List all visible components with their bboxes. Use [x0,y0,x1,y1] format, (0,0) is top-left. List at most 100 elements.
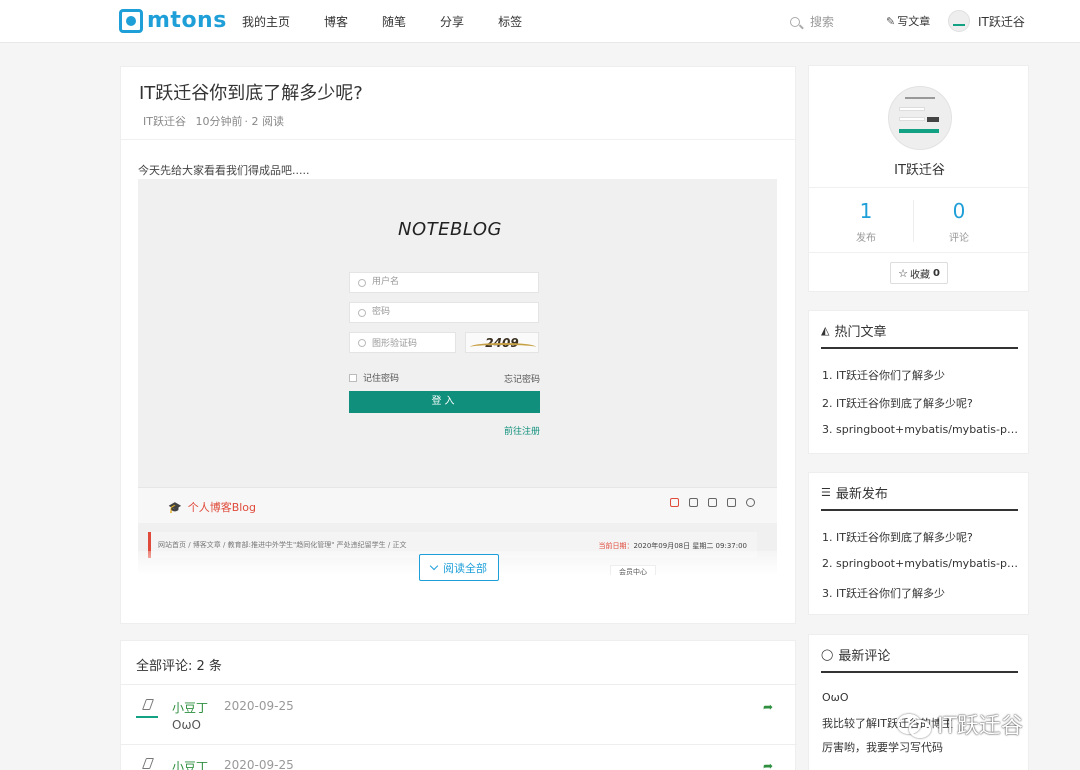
check-icon [358,338,366,347]
list-icon: ☰ [821,486,831,499]
wechat-icon [895,712,931,738]
list-item[interactable]: 3. springboot+mybatis/mybatis-plus [822,423,1018,451]
favorite-count: 0 [932,267,940,279]
home-icon [670,498,679,507]
post-card: IT跃迁谷你到底了解多少呢? IT跃迁谷 10分钟前 · 2 阅读 今天先给大家看… [120,66,797,624]
checkbox-icon [349,373,357,382]
comments-label: 评论 [949,233,969,244]
date-value: 2020年09月08日 星期二 09:37:00 [633,542,747,550]
favorite-label: 收藏 [909,269,930,281]
list-item[interactable]: 3. IT跃迁谷你们了解多少 [822,585,1018,613]
list-item[interactable]: 厉害哟，我要学习写代码 [822,739,1018,763]
comment-item: 小豆丁 2020-09-25 ➦ [136,744,781,770]
divider [821,671,1018,673]
screenshot-forget: 忘记密码 [504,375,541,385]
screenshot-icon-row [670,498,765,507]
nav-home[interactable]: 我的主页 [242,13,290,30]
wechat-watermark: IT跃迁谷 [895,708,1023,740]
divider [121,139,797,140]
username-placeholder: 用户名 [372,277,400,287]
main-nav: 我的主页 博客 随笔 分享 标签 [242,13,556,30]
list-item[interactable]: 1. IT跃迁谷你们了解多少 [822,367,1018,395]
nav-blog[interactable]: 博客 [324,13,348,30]
posts-label: 发布 [856,233,876,244]
blog-name: 个人博客Blog [187,501,257,514]
post-meta: IT跃迁谷 10分钟前 · 2 阅读 [143,113,290,129]
posts-stat[interactable]: 1 发布 [821,199,911,244]
screenshot-blog-brand: 🎓 个人博客Blog [168,499,256,515]
nav-notes[interactable]: 随笔 [382,13,406,30]
search-icon [746,498,755,507]
search-box[interactable]: 搜索 [790,13,834,30]
widget-title-text: 热门文章 [834,325,887,340]
write-post-label: 写文章 [897,15,931,28]
widget-title-text: 最新评论 [838,649,891,664]
post-author[interactable]: IT跃迁谷 [143,115,186,128]
divider [809,187,1030,188]
latest-posts-widget: ☰ 最新发布 1. IT跃迁谷你到底了解多少呢? 2. springboot+m… [808,472,1029,615]
chevron-down-icon [429,561,439,570]
user-menu[interactable]: IT跃迁谷 [948,10,1025,32]
divider [809,252,1030,253]
top-navbar: mtons 我的主页 博客 随笔 分享 标签 搜索 ✎ 写文章 IT跃迁谷 [0,0,1080,43]
reply-icon[interactable]: ➦ [763,700,773,714]
hot-articles-list: 1. IT跃迁谷你们了解多少 2. IT跃迁谷你到底了解多少呢? 3. spri… [822,367,1018,451]
divider [821,347,1018,349]
area-chart-icon: ◭ [821,324,830,337]
read-all-label: 阅读全部 [443,561,487,575]
doc-icon [689,498,698,507]
divider [821,509,1018,511]
commenter-name[interactable]: 小豆丁 [172,758,208,770]
watermark-text: IT跃迁谷 [937,714,1023,739]
write-post-button[interactable]: ✎ 写文章 [886,13,930,29]
screenshot-login-button: 登入 [349,391,540,413]
commenter-avatar [136,758,158,770]
captcha-placeholder: 图形验证码 [372,339,418,349]
widget-title: ◯ 最新评论 [821,645,890,664]
latest-posts-list: 1. IT跃迁谷你到底了解多少呢? 2. springboot+mybatis/… [822,529,1018,613]
comments-count: 0 [952,199,966,223]
screenshot-brand: NOTEBLOG [398,219,502,240]
user-icon [358,278,366,287]
avatar-detail [899,117,925,121]
search-input[interactable]: 搜索 [810,13,834,30]
nav-share[interactable]: 分享 [440,13,464,30]
comment-icon: ◯ [821,648,834,661]
read-all-button[interactable]: 阅读全部 [419,554,499,581]
password-placeholder: 密码 [372,307,391,317]
comment-date: 2020-09-25 [224,699,294,713]
captcha-code: 2409 [485,335,519,350]
edit-icon: ✎ [886,14,896,28]
nav-tags[interactable]: 标签 [498,13,522,30]
graduation-cap-icon: 🎓 [168,500,182,514]
widget-title-text: 最新发布 [835,487,888,502]
comments-title: 全部评论: 2 条 [136,659,222,674]
remember-label: 记住密码 [363,374,400,384]
captcha-image: 2409 [465,332,539,353]
list-item[interactable]: 2. springboot+mybatis/mybatis-plus [822,557,1018,585]
lock-icon [358,308,366,317]
profile-name[interactable]: IT跃迁谷 [809,159,1030,178]
commenter-avatar [136,699,158,723]
comment-date: 2020-09-25 [224,758,294,770]
commenter-name[interactable]: 小豆丁 [172,699,208,716]
list-item[interactable]: 1. IT跃迁谷你到底了解多少呢? [822,529,1018,557]
widget-title: ☰ 最新发布 [821,483,888,502]
list-item[interactable]: 2. IT跃迁谷你到底了解多少呢? [822,395,1018,423]
profile-avatar[interactable] [888,86,952,150]
search-icon [790,16,800,27]
recent-comments-widget: ◯ 最新评论 OωO 我比较了解IT跃迁谷的博主 厉害哟，我要学习写代码 [808,634,1029,770]
reply-icon[interactable]: ➦ [763,759,773,770]
avatar [948,10,970,32]
screenshot-username-field: 用户名 [349,272,539,293]
profile-card: IT跃迁谷 1 发布 0 评论 ☆ 收藏 0 [808,65,1030,292]
date-label: 当前日期： [598,542,634,550]
post-intro: 今天先给大家看看我们得成品吧..... [138,164,310,177]
post-time: 10分钟前 [195,115,243,128]
site-logo[interactable]: mtons [119,8,227,33]
favorite-button[interactable]: ☆ 收藏 0 [890,262,948,284]
comments-stat[interactable]: 0 评论 [914,199,1004,244]
comment-text: OωO [172,718,201,732]
post-reads: · 2 阅读 [244,115,284,128]
screenshot-date: 当前日期：2020年09月08日 星期二 09:37:00 [598,541,747,551]
